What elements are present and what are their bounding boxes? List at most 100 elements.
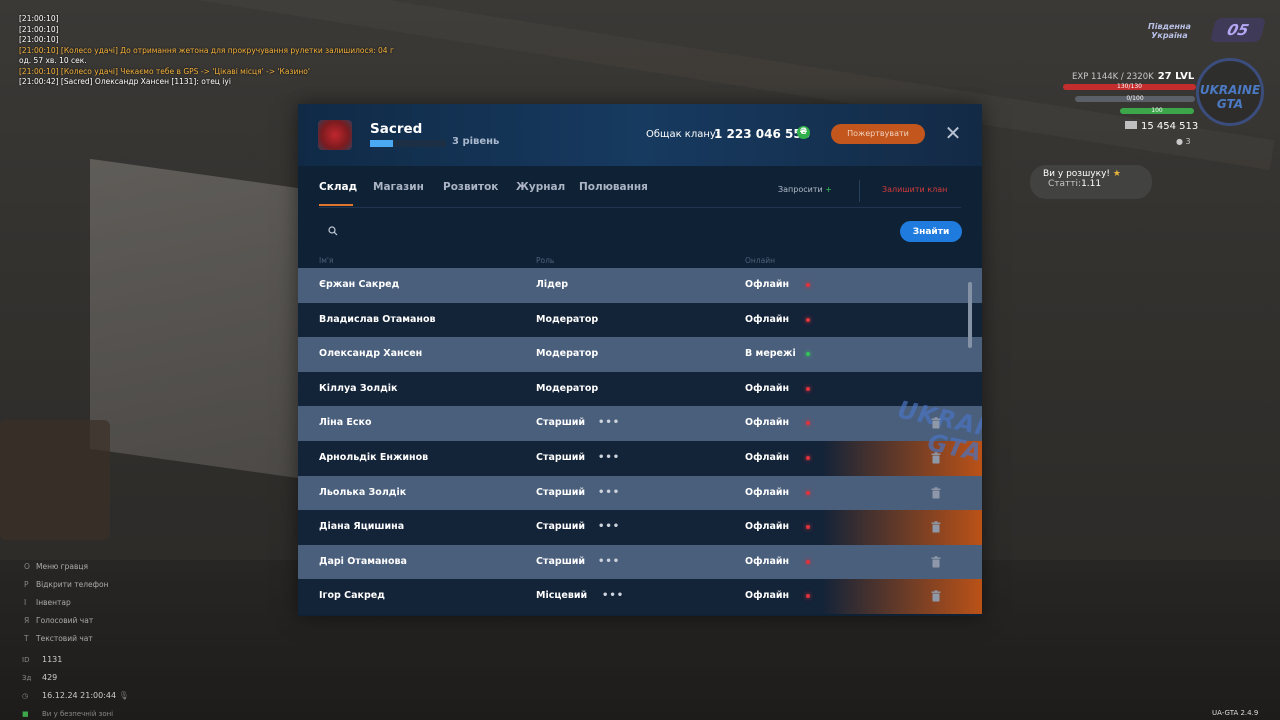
donate-button[interactable]: Пожертвувати (831, 124, 925, 144)
hunger-bar: 100 (1120, 108, 1194, 114)
more-options-icon[interactable]: ••• (602, 590, 624, 601)
common-fund-label: Общак клану: (646, 129, 720, 140)
table-row[interactable]: Владислав Отаманов Модератор Офлайн (298, 302, 982, 338)
chat-line: [21:00:10] [Колесо удачі] До отримання ж… (19, 45, 394, 55)
table-row[interactable]: Єржан Сакред Лідер Офлайн (298, 268, 982, 303)
member-status: Офлайн (745, 417, 790, 429)
armor-text: 0/100 (1126, 95, 1144, 102)
members-list: Єржан Сакред Лідер Офлайн Владислав Отамано… (298, 268, 982, 614)
server-logo: UKRAINE GTA (1196, 58, 1264, 126)
hotkey-menu: O Меню гравця P Відкрити телефон I Інвентар Я Г… (24, 558, 109, 648)
chat-line: [21:00:42] [Sacred] Олександр Хансен [11… (19, 77, 231, 86)
game-version: UA-GTA 2.4.9 (1212, 709, 1259, 717)
clock-icon: ◷ (22, 692, 29, 700)
table-row[interactable]: Олександр Хансен Модератор В мережі (298, 337, 982, 372)
table-row[interactable]: Дарі Отаманова Старший ••• Офлайн (298, 544, 982, 580)
common-fund-value: 1 223 046 556 (714, 127, 811, 141)
player-info: ID 1131 Зд 429 ◷ 16.12.24 21:00:44 🎙 ■ Ви у … (22, 651, 129, 720)
column-header-role: Роль (536, 256, 555, 265)
table-row[interactable]: Арнольдік Енжинов Старший ••• Офлайн (298, 440, 982, 476)
table-row[interactable]: Діана Яцишина Старший ••• Офлайн (298, 510, 982, 545)
member-status: Офлайн (745, 590, 790, 602)
offline-indicator (806, 525, 810, 530)
trash-icon[interactable] (931, 590, 941, 602)
trash-icon[interactable] (931, 521, 941, 533)
region-line-1: Південна (1148, 22, 1191, 31)
trash-icon[interactable] (931, 486, 941, 499)
member-status: Офлайн (745, 382, 790, 394)
safe-zone-text: Ви у безпечній зоні (42, 710, 114, 718)
chat-line: [21:00:10] (19, 14, 59, 23)
armor-bar: 0/100 (1075, 96, 1195, 102)
hotkey-item: P Відкрити телефон (24, 576, 109, 594)
member-status: Офлайн (745, 486, 790, 498)
tab-hunting[interactable]: Полювання (579, 181, 648, 193)
close-icon[interactable]: ✕ (944, 123, 962, 143)
hotkey-key: T (24, 634, 29, 643)
hotkey-item: O Меню гравця (24, 558, 109, 576)
cash-icon (1125, 121, 1137, 129)
datetime: 16.12.24 21:00:44 (42, 691, 117, 700)
more-options-icon[interactable]: ••• (598, 417, 620, 428)
coins-display: ● 3 (1176, 137, 1191, 146)
column-header-name: Ім'я (319, 256, 334, 265)
more-options-icon[interactable]: ••• (598, 452, 620, 463)
chat-line: [21:00:10] [Колесо удачі] Чекаємо тебе в… (19, 66, 310, 76)
offline-indicator (806, 386, 810, 391)
tab-shop[interactable]: Магазин (373, 181, 424, 193)
mic-icon: 🎙 (118, 691, 129, 700)
trash-icon[interactable] (931, 452, 941, 464)
chat-line: [21:00:10] (19, 35, 59, 44)
invite-button[interactable]: Запросити + (778, 185, 832, 194)
server-logo-text: UKRAINE GTA (1199, 83, 1261, 111)
hotkey-key: O (24, 562, 30, 571)
health-bar: 130/130 (1063, 84, 1196, 90)
more-options-icon[interactable]: ••• (598, 487, 620, 498)
member-status: Офлайн (745, 521, 790, 533)
trash-icon[interactable] (931, 556, 941, 568)
background-window (90, 158, 320, 482)
table-row[interactable]: Льолька Золдік Старший ••• Офлайн (298, 475, 982, 511)
member-status: В мережі (745, 348, 796, 360)
table-row[interactable]: Кіллуа Золдік Модератор Офлайн (298, 371, 982, 407)
member-role: Старший (536, 417, 586, 429)
find-button[interactable]: Знайти (900, 221, 962, 242)
hotkey-key: I (24, 598, 27, 607)
member-role: Місцевий (536, 590, 588, 602)
trash-icon[interactable] (931, 417, 941, 429)
hunger-text: 100 (1151, 107, 1163, 114)
offline-indicator (806, 594, 810, 599)
member-role: Старший (536, 521, 586, 533)
tab-storage[interactable]: Склад (319, 181, 357, 193)
member-name: Дарі Отаманова (319, 555, 407, 567)
more-options-icon[interactable]: ••• (598, 521, 620, 532)
member-role: Модератор (536, 382, 599, 394)
hotkey-item: Я Голосовий чат (24, 612, 109, 630)
more-options-icon[interactable]: ••• (598, 556, 620, 567)
online-indicator (806, 352, 810, 357)
players-online: 429 (42, 673, 58, 682)
member-role: Старший (536, 486, 586, 498)
hotkey-key: P (24, 580, 29, 589)
health-text: 130/130 (1117, 83, 1142, 90)
member-name: Ліна Еско (319, 417, 372, 429)
clan-panel: Sacred 3 рівень Общак клану: 1 223 046 5… (298, 104, 982, 616)
wanted-title: Ви у розшуку! (1043, 169, 1111, 179)
tab-development[interactable]: Розвиток (443, 181, 498, 193)
coins-value: 3 (1185, 137, 1191, 146)
hryvna-icon: ₴ (797, 126, 810, 139)
table-row[interactable]: Ліна Еско Старший ••• Офлайн (298, 406, 982, 441)
offline-indicator (806, 559, 810, 564)
leave-clan-button[interactable]: Залишити клан (882, 185, 947, 194)
tab-journal[interactable]: Журнал (516, 181, 565, 193)
scrollbar[interactable] (968, 282, 972, 348)
wanted-stat-value: 1.11 (1081, 179, 1102, 189)
member-role: Старший (536, 555, 586, 567)
hotkey-label: Інвентар (36, 598, 71, 607)
clan-level-progress-fill (370, 140, 393, 147)
member-name: Олександр Хансен (319, 348, 423, 360)
table-row[interactable]: Ігор Сакред Місцевий ••• Офлайн (298, 579, 982, 614)
exp-text: EXP 1144K / 2320K (1072, 72, 1154, 82)
search-input[interactable] (346, 221, 886, 241)
column-header-online: Онлайн (745, 256, 775, 265)
